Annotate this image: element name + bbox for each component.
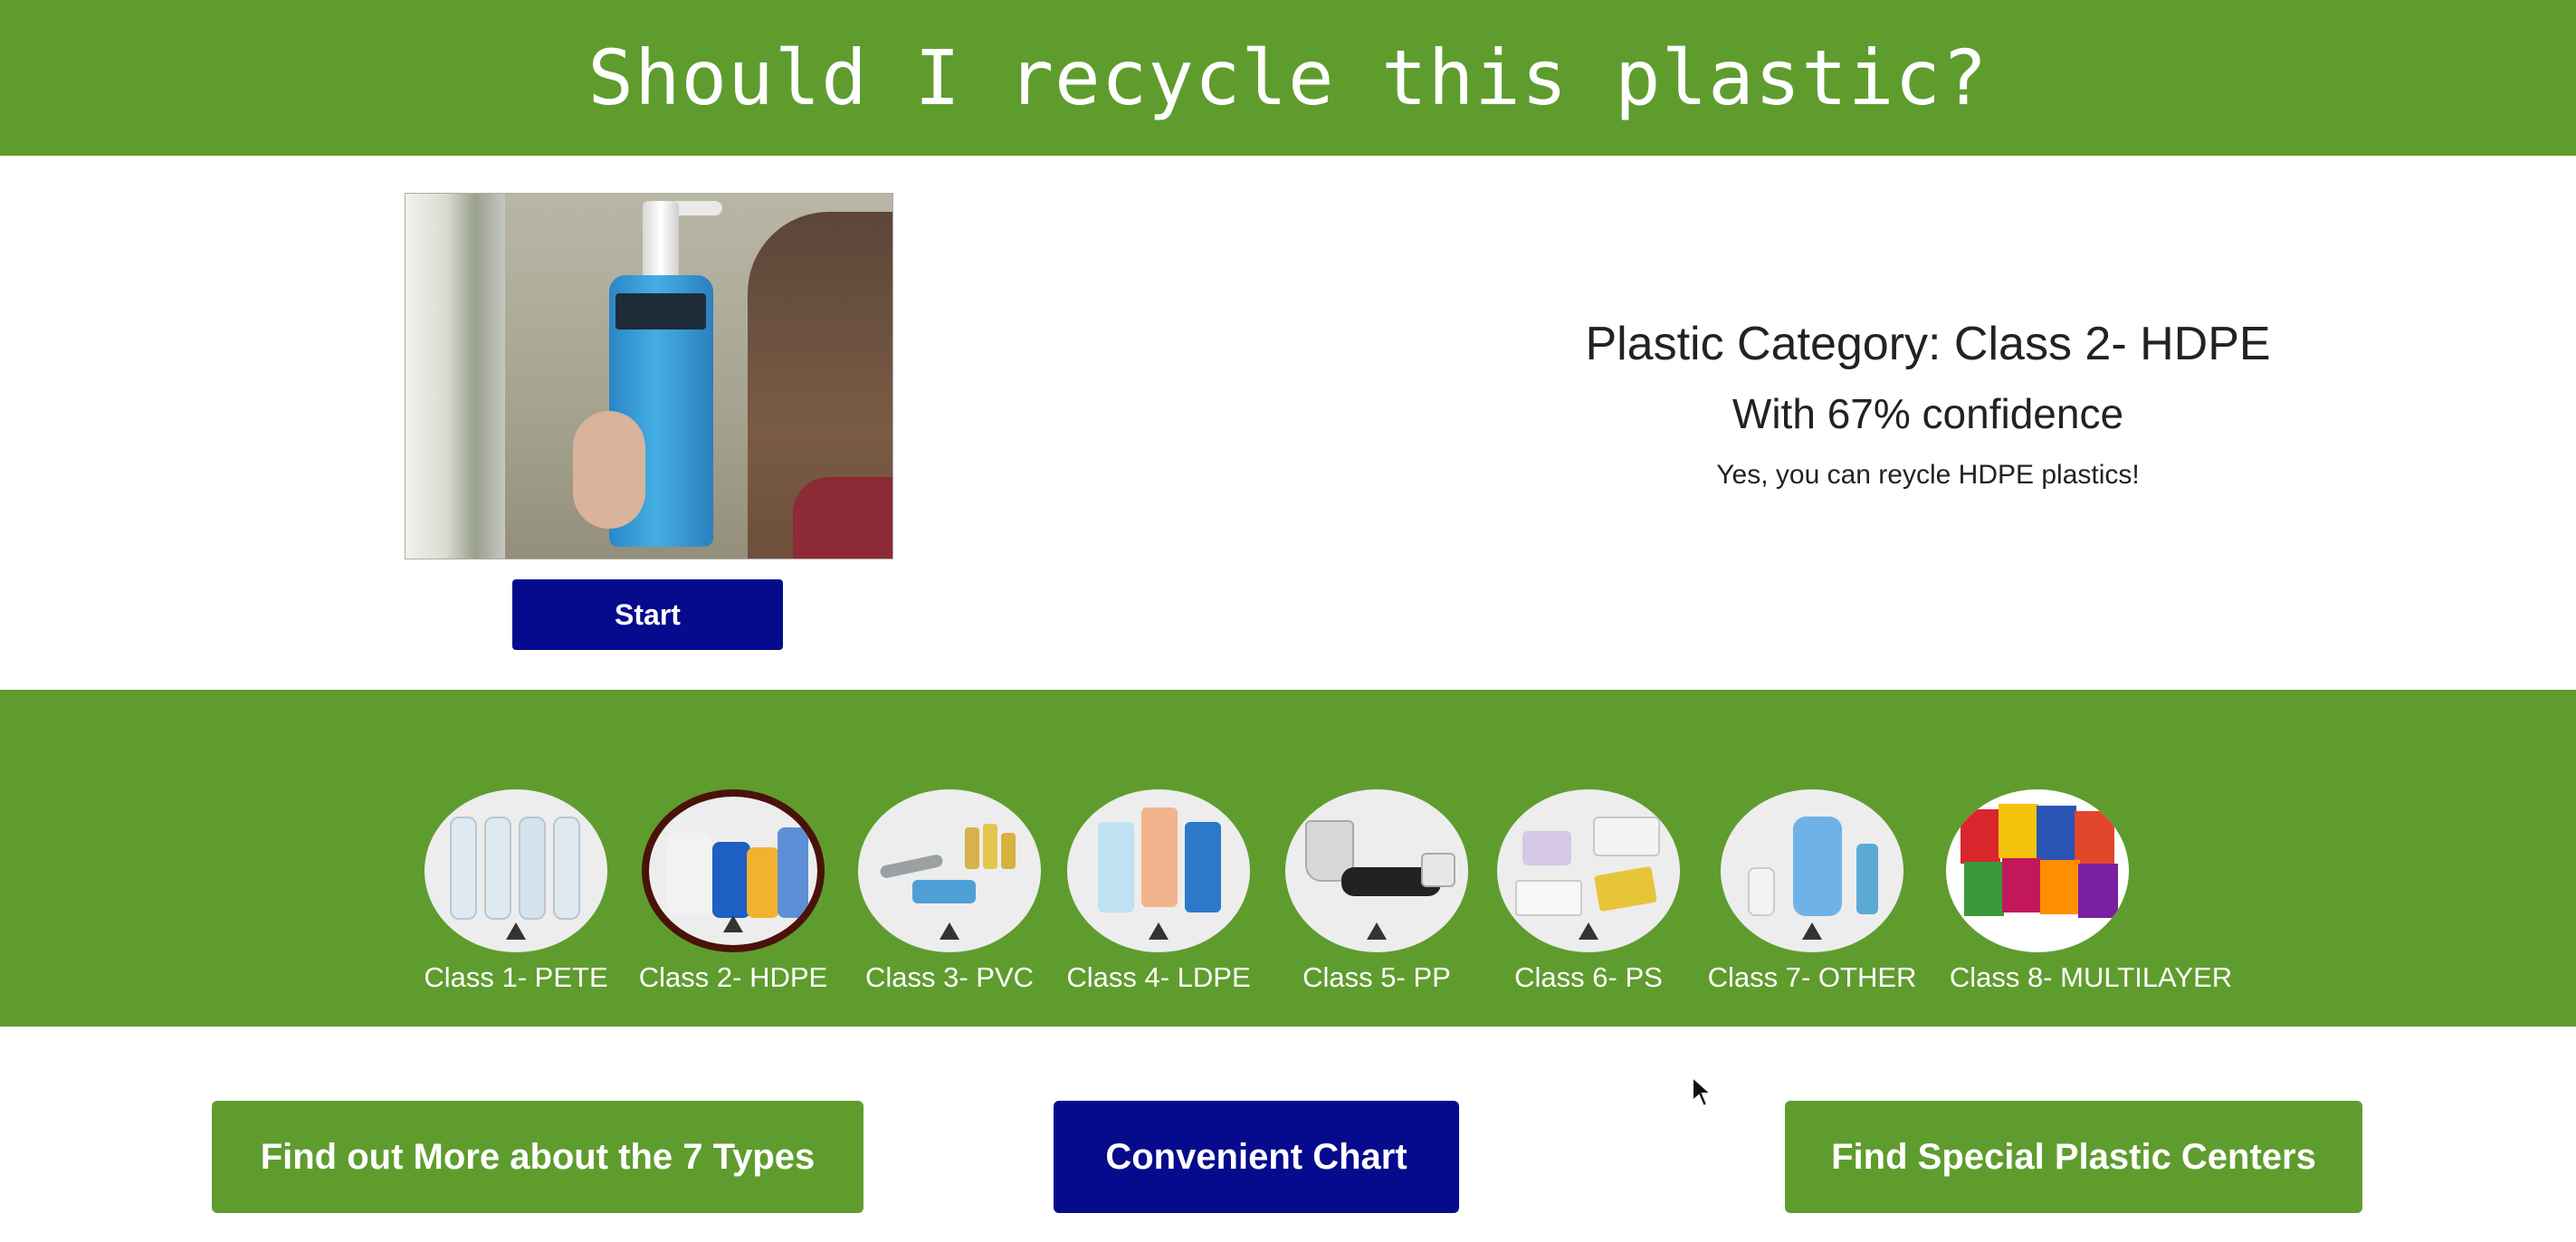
webcam-shirt [793, 477, 892, 559]
class-item-hdpe[interactable]: Class 2- HDPE [634, 789, 833, 994]
class-item-ps[interactable]: Class 6- PS [1496, 789, 1681, 994]
pp-image [1285, 789, 1468, 952]
convenient-chart-button[interactable]: Convenient Chart [1054, 1101, 1459, 1213]
class-item-multilayer[interactable]: Class 8- MULTILAYER [1944, 789, 2237, 994]
class-label: Class 7- OTHER [1707, 961, 1917, 993]
plastic-category: Plastic Category: Class 2- HDPE [1585, 318, 2271, 370]
class-item-other[interactable]: Class 7- OTHER [1705, 789, 1919, 994]
recycle-symbol-icon [1579, 922, 1598, 940]
prediction-result: Plastic Category: Class 2- HDPE With 67%… [1448, 299, 2408, 491]
pvc-image [858, 789, 1041, 952]
recycle-symbol-icon [506, 922, 526, 940]
page-header: Should I recycle this plastic? [0, 0, 2576, 156]
recycle-symbol-icon [1149, 922, 1169, 940]
recycle-symbol-icon [723, 915, 743, 932]
recycle-symbol-icon [1802, 922, 1822, 940]
find-plastic-centers-button[interactable]: Find Special Plastic Centers [1785, 1101, 2362, 1213]
bottle-label [615, 293, 706, 330]
webcam-window-background [405, 194, 505, 559]
recycle-advice: Yes, you can reycle HDPE plastics! [1716, 460, 2140, 490]
ldpe-image [1067, 789, 1250, 952]
page-title: Should I recycle this plastic? [587, 33, 1989, 122]
webcam-preview [405, 193, 893, 559]
pete-image [425, 789, 607, 952]
class-item-ldpe[interactable]: Class 4- LDPE [1066, 789, 1251, 994]
class-label: Class 2- HDPE [638, 961, 828, 993]
class-label: Class 6- PS [1514, 961, 1663, 993]
multilayer-image [1946, 789, 2129, 952]
plastic-classes-strip: Class 1- PETE Class 2- HDPE Class 3- PVC [0, 690, 2576, 1027]
bottle-pump [643, 201, 679, 278]
find-more-types-button[interactable]: Find out More about the 7 Types [212, 1101, 863, 1213]
recycle-symbol-icon [1367, 922, 1387, 940]
hdpe-image [642, 789, 825, 952]
start-button[interactable]: Start [512, 579, 783, 650]
recycle-symbol-icon [940, 922, 959, 940]
mouse-cursor-icon [1692, 1075, 1713, 1108]
class-label: Class 1- PETE [424, 961, 608, 993]
class-label: Class 8- MULTILAYER [1949, 961, 2233, 993]
ps-image [1497, 789, 1680, 952]
class-item-pete[interactable]: Class 1- PETE [424, 789, 608, 994]
class-label: Class 3- PVC [864, 961, 1035, 993]
class-item-pvc[interactable]: Class 3- PVC [857, 789, 1042, 994]
other-image [1721, 789, 1903, 952]
class-item-pp[interactable]: Class 5- PP [1278, 789, 1475, 994]
webcam-hand [573, 411, 645, 529]
class-label: Class 4- LDPE [1066, 961, 1251, 993]
confidence-text: With 67% confidence [1732, 390, 2124, 437]
class-label: Class 5- PP [1302, 961, 1451, 993]
